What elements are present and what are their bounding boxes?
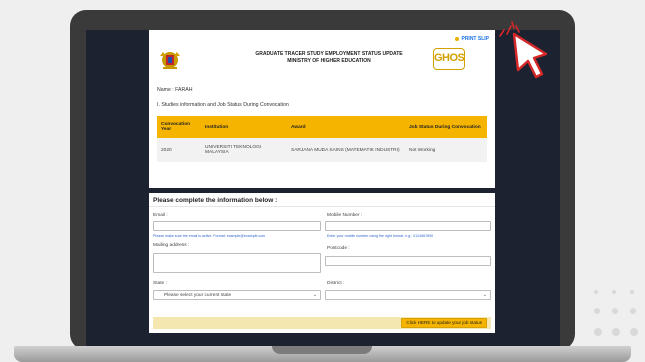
table-header-row: Convocation Year Institution Award Job S… [157, 116, 487, 138]
ghos-logo: GHOS [433, 48, 465, 70]
district-select[interactable]: ⌄ [325, 290, 491, 300]
postcode-label: Postcode : [327, 246, 350, 251]
email-field[interactable] [153, 221, 321, 231]
update-job-status-button[interactable]: Click HERE to update your job status [401, 318, 487, 328]
cell-institution: UNIVERSITI TEKNOLOGI MALAYSIA [201, 138, 287, 162]
chevron-down-icon: ⌄ [312, 292, 317, 298]
state-select-value: Please select your current state [164, 293, 232, 298]
cell-year: 2020 [157, 138, 201, 162]
postcode-field[interactable] [325, 256, 491, 266]
col-convocation-year: Convocation Year [157, 116, 201, 138]
print-slip-link[interactable]: PRINT SLIP [455, 36, 489, 42]
laptop-notch [272, 346, 372, 354]
state-label: State : [153, 281, 167, 286]
address-field[interactable] [153, 253, 321, 273]
update-bar: Click HERE to update your job status [153, 317, 491, 329]
col-award: Award [287, 116, 405, 138]
cell-award: SARJANA MUDA SAINS (MATEMATIK INDUSTRI) [287, 138, 405, 162]
student-name: Name : FARAH [157, 87, 193, 93]
mobile-field[interactable] [325, 221, 491, 231]
mobile-hint: Enter your mobile number using the right… [327, 234, 434, 238]
district-label: District : [327, 281, 345, 286]
email-label: Email : [153, 213, 168, 218]
update-form: Please complete the information below : … [149, 193, 495, 333]
decorative-dots [594, 290, 645, 350]
status-panel: PRINT SLIP GRADUATE TRACER STUDY EMPLOYM… [149, 30, 495, 188]
page-title: GRADUATE TRACER STUDY EMPLOYMENT STATUS … [255, 51, 403, 64]
studies-section-title: I. Studies information and Job Status Du… [157, 102, 289, 108]
form-title: Please complete the information below : [153, 197, 278, 204]
state-select[interactable]: Please select your current state ⌄ [153, 290, 321, 300]
divider [149, 206, 495, 207]
col-institution: Institution [201, 116, 287, 138]
chevron-down-icon: ⌄ [482, 292, 487, 298]
mobile-label: Mobile Number : [327, 213, 363, 218]
table-row: 2020 UNIVERSITI TEKNOLOGI MALAYSIA SARJA… [157, 138, 487, 162]
col-job-status: Job Status During Convocation [405, 116, 487, 138]
print-icon [455, 36, 460, 41]
convocation-table: Convocation Year Institution Award Job S… [157, 116, 487, 162]
cursor-icon [512, 32, 548, 79]
address-label: Mailing address : [153, 243, 190, 248]
email-hint: Please make sure the email is active. Fo… [153, 234, 266, 238]
crest-icon [160, 52, 180, 69]
cell-job-status: Not Working [405, 138, 487, 162]
